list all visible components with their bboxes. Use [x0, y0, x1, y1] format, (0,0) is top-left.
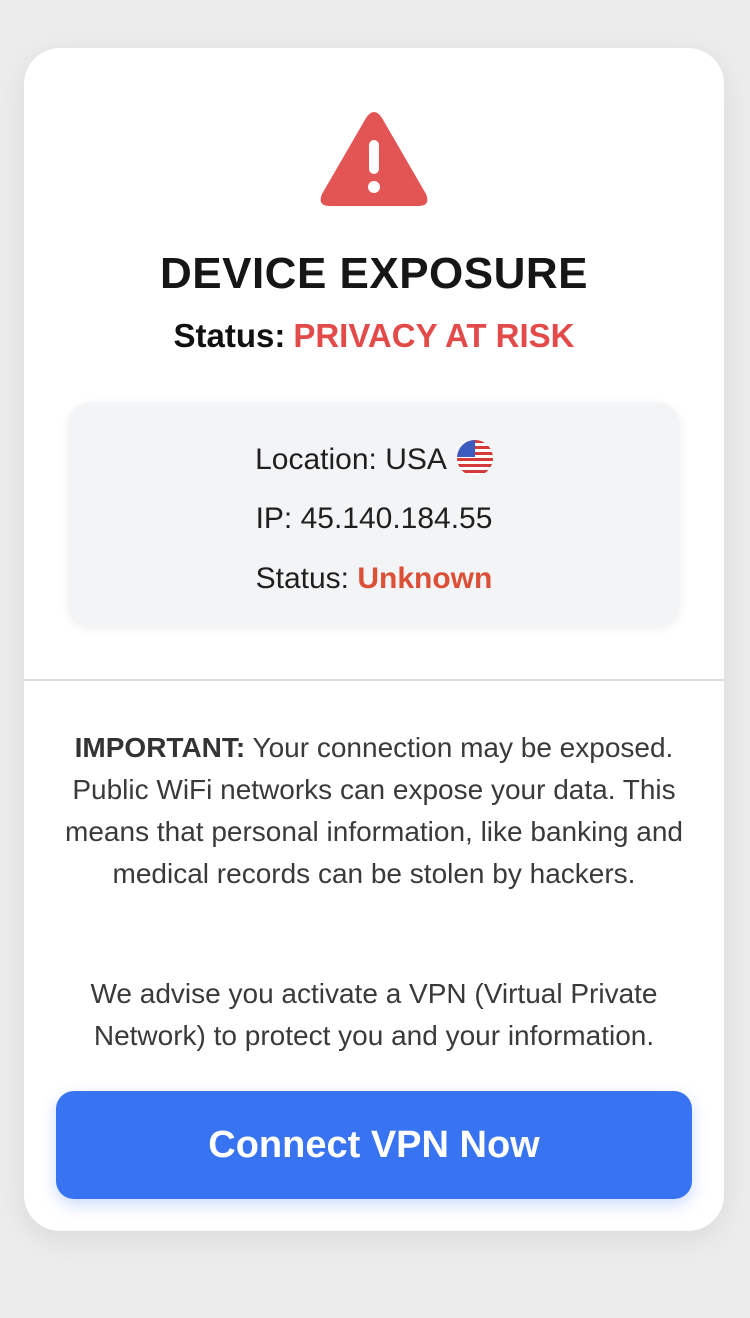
privacy-status-label: Status: — [173, 317, 286, 354]
warning-triangle-icon — [320, 112, 428, 206]
privacy-status-value: PRIVACY AT RISK — [293, 317, 575, 354]
privacy-status: Status: PRIVACY AT RISK — [24, 316, 724, 356]
page-title: DEVICE EXPOSURE — [159, 249, 589, 298]
connection-info-box: Location: USA IP: 45.140.184.55 Status: … — [68, 402, 680, 626]
important-lead: IMPORTANT: — [74, 732, 246, 763]
ip-label: IP: 45.140.184.55 — [255, 502, 493, 535]
location-label: Location: USA — [255, 443, 447, 476]
alert-card: DEVICE EXPOSURE Status: PRIVACY AT RISK L… — [24, 48, 724, 1231]
connection-status-row: Status: Unknown — [68, 561, 680, 597]
ip-row: IP: 45.140.184.55 — [68, 501, 680, 537]
connection-status-label: Status: — [255, 562, 350, 595]
connect-vpn-button[interactable]: Connect VPN Now — [56, 1091, 692, 1199]
section-divider — [24, 679, 724, 681]
advise-message: We advise you activate a VPN (Virtual Pr… — [90, 978, 658, 1051]
important-message: IMPORTANT: Your connection may be expose… — [54, 727, 694, 895]
connection-status-value: Unknown — [357, 562, 493, 595]
location-row: Location: USA — [68, 440, 680, 478]
us-flag-icon — [456, 440, 493, 476]
